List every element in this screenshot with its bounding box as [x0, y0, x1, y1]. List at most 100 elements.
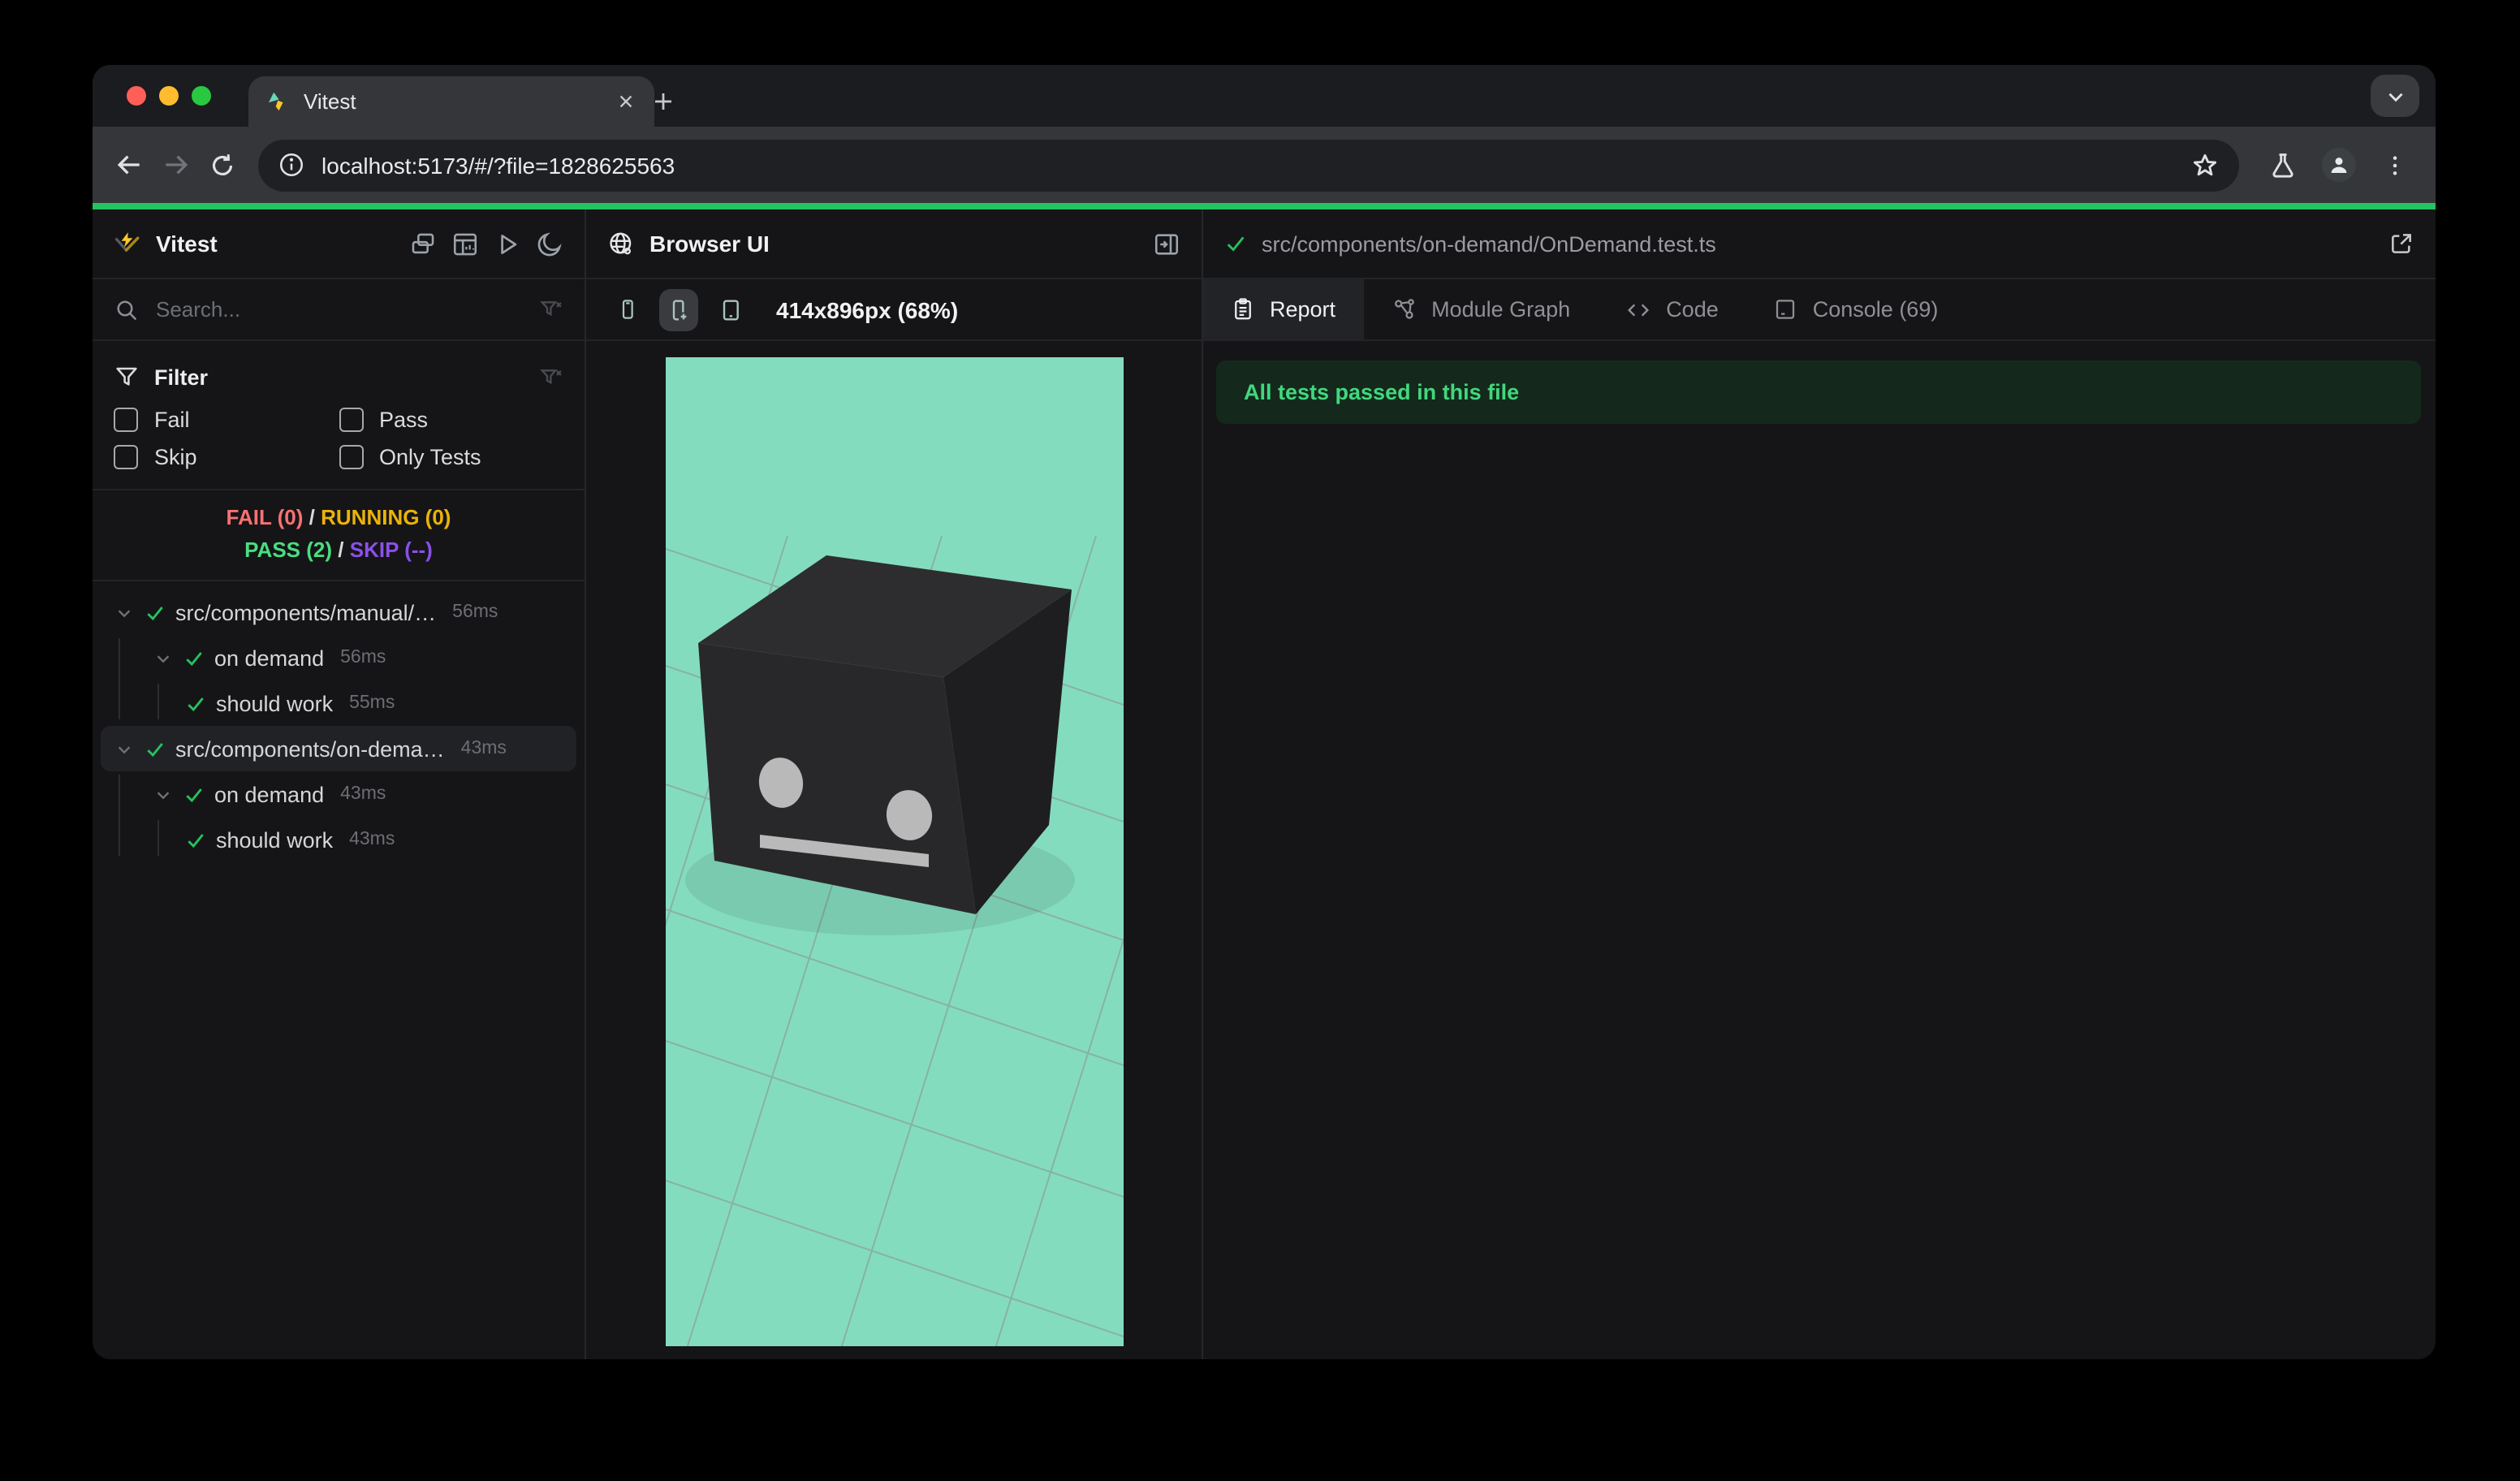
all-tests-passed-banner: All tests passed in this file	[1216, 361, 2421, 424]
collapse-panels-icon[interactable]	[409, 230, 437, 257]
browser-toolbar: localhost:5173/#/?file=1828625563	[93, 127, 2436, 203]
address-bar[interactable]: localhost:5173/#/?file=1828625563	[258, 139, 2240, 191]
browser-ui-title: Browser UI	[649, 231, 770, 257]
module-graph-icon	[1391, 296, 1417, 322]
url-text[interactable]: localhost:5173/#/?file=1828625563	[321, 152, 2174, 178]
report-panel: src/components/on-demand/OnDemand.test.t…	[1203, 209, 2436, 1359]
device-toolbar: 414x896px (68%)	[586, 279, 1202, 341]
pass-check-icon	[183, 784, 205, 805]
minimize-window-button[interactable]	[159, 86, 179, 106]
experiments-flask-icon[interactable]	[2259, 140, 2307, 189]
pass-check-icon	[145, 738, 166, 759]
new-tab-button[interactable]	[641, 80, 684, 122]
pass-check-icon	[183, 647, 205, 668]
tree-row-test[interactable]: should work 55ms	[101, 680, 576, 726]
sidebar-title: Vitest	[156, 231, 218, 257]
test-file-tree: src/components/manual/… 56ms on demand 5…	[93, 581, 585, 1359]
device-phone-plus-button[interactable]	[659, 288, 698, 330]
test-file-path: src/components/on-demand/OnDemand.test.t…	[1262, 231, 1716, 256]
browser-preview-canvas[interactable]	[665, 357, 1123, 1346]
chevron-down-icon[interactable]	[112, 603, 135, 621]
viewport-dimensions: 414x896px (68%)	[776, 296, 959, 322]
checkbox-only-tests[interactable]	[339, 445, 363, 469]
test-status-summary: FAIL (0) / RUNNING (0) PASS (2) / SKIP (…	[93, 490, 585, 581]
tree-row-test[interactable]: should work 43ms	[101, 817, 576, 862]
browser-window: Vitest localhost:5173/#/?file=1828625563…	[93, 65, 2436, 1359]
vitest-logo-icon	[114, 230, 141, 257]
filter-checkbox-only-tests[interactable]: Only Tests	[339, 445, 563, 469]
fail-count: FAIL (0)	[226, 505, 304, 529]
chevron-down-icon[interactable]	[151, 649, 174, 667]
checkbox-pass[interactable]	[339, 408, 363, 432]
code-icon	[1625, 296, 1651, 322]
browser-ui-header: Browser UI	[586, 209, 1202, 279]
window-controls	[127, 86, 211, 106]
filter-checkbox-fail[interactable]: Fail	[114, 408, 339, 432]
open-external-icon[interactable]	[2388, 231, 2414, 257]
tab-strip: Vitest	[93, 65, 2436, 127]
filter-panel: Filter Fail Pass Skip Only Tests	[93, 341, 585, 490]
desktop: Vitest localhost:5173/#/?file=1828625563…	[0, 0, 2520, 1481]
chevron-down-icon[interactable]	[112, 740, 135, 758]
tab-title: Vitest	[304, 89, 356, 114]
site-info-icon[interactable]	[278, 151, 305, 179]
vitest-favicon-icon	[265, 89, 289, 114]
pass-check-icon	[145, 602, 166, 623]
browser-ui-panel: Browser UI 414x896px (68%)	[586, 209, 1203, 1359]
report-header: src/components/on-demand/OnDemand.test.t…	[1203, 209, 2436, 279]
device-tablet-button[interactable]	[711, 288, 750, 330]
profile-avatar[interactable]	[2322, 148, 2357, 182]
browser-menu-icon[interactable]	[2371, 140, 2419, 189]
console-icon	[1774, 297, 1798, 322]
dashboard-layout-icon[interactable]	[451, 230, 479, 257]
search-bar	[93, 279, 585, 341]
tab-module-graph[interactable]: Module Graph	[1363, 279, 1598, 339]
pass-check-icon	[185, 693, 206, 714]
tree-row-file-on-demand[interactable]: src/components/on-dema… 43ms	[101, 726, 576, 771]
tab-close-icon[interactable]	[612, 89, 638, 114]
running-count: RUNNING (0)	[321, 505, 451, 529]
back-button[interactable]	[109, 140, 149, 189]
search-input[interactable]	[153, 296, 526, 323]
browser-tab-vitest[interactable]: Vitest	[248, 76, 654, 127]
close-window-button[interactable]	[127, 86, 146, 106]
clear-search-filter-icon[interactable]	[539, 297, 563, 322]
chevron-down-icon[interactable]	[151, 785, 174, 803]
tab-report[interactable]: Report	[1203, 279, 1364, 339]
search-icon	[114, 296, 140, 322]
checkbox-fail[interactable]	[114, 408, 138, 432]
sidebar: Vitest Search... Filter Fail Pass Skip O…	[93, 209, 586, 1359]
toolbar-right	[2259, 140, 2419, 189]
report-tabs: Report Module Graph Code Console (69)	[1203, 279, 2436, 341]
test-progress-bar	[93, 203, 2436, 209]
pass-count: PASS (2)	[244, 538, 332, 562]
clipboard-icon	[1231, 297, 1255, 322]
maximize-window-button[interactable]	[192, 86, 211, 106]
tab-code[interactable]: Code	[1598, 279, 1746, 339]
reload-button[interactable]	[202, 140, 242, 189]
tree-row-suite[interactable]: on demand 43ms	[101, 771, 576, 817]
skip-count: SKIP (--)	[349, 538, 433, 562]
pass-check-icon	[1224, 232, 1247, 255]
sidebar-header: Vitest	[93, 209, 585, 279]
device-phone-small-button[interactable]	[607, 288, 646, 330]
filter-checkbox-pass[interactable]: Pass	[339, 408, 563, 432]
forward-button[interactable]	[155, 140, 195, 189]
dark-mode-moon-icon[interactable]	[536, 230, 563, 257]
pass-check-icon	[185, 829, 206, 850]
clear-filters-icon[interactable]	[539, 365, 563, 389]
preview-area	[586, 341, 1202, 1359]
filter-funnel-icon	[114, 364, 140, 390]
tab-console[interactable]: Console (69)	[1746, 279, 1966, 339]
run-all-icon[interactable]	[494, 230, 521, 257]
filter-title: Filter	[154, 365, 209, 389]
vitest-ui: Vitest Search... Filter Fail Pass Skip O…	[93, 209, 2436, 1359]
checkbox-skip[interactable]	[114, 445, 138, 469]
tree-row-file-manual[interactable]: src/components/manual/… 56ms	[101, 589, 576, 635]
tab-search-button[interactable]	[2371, 75, 2419, 117]
bookmark-star-icon[interactable]	[2190, 150, 2220, 179]
panel-right-icon[interactable]	[1153, 230, 1180, 257]
filter-checkbox-skip[interactable]: Skip	[114, 445, 339, 469]
tree-row-suite[interactable]: on demand 56ms	[101, 635, 576, 680]
globe-icon	[607, 230, 635, 257]
